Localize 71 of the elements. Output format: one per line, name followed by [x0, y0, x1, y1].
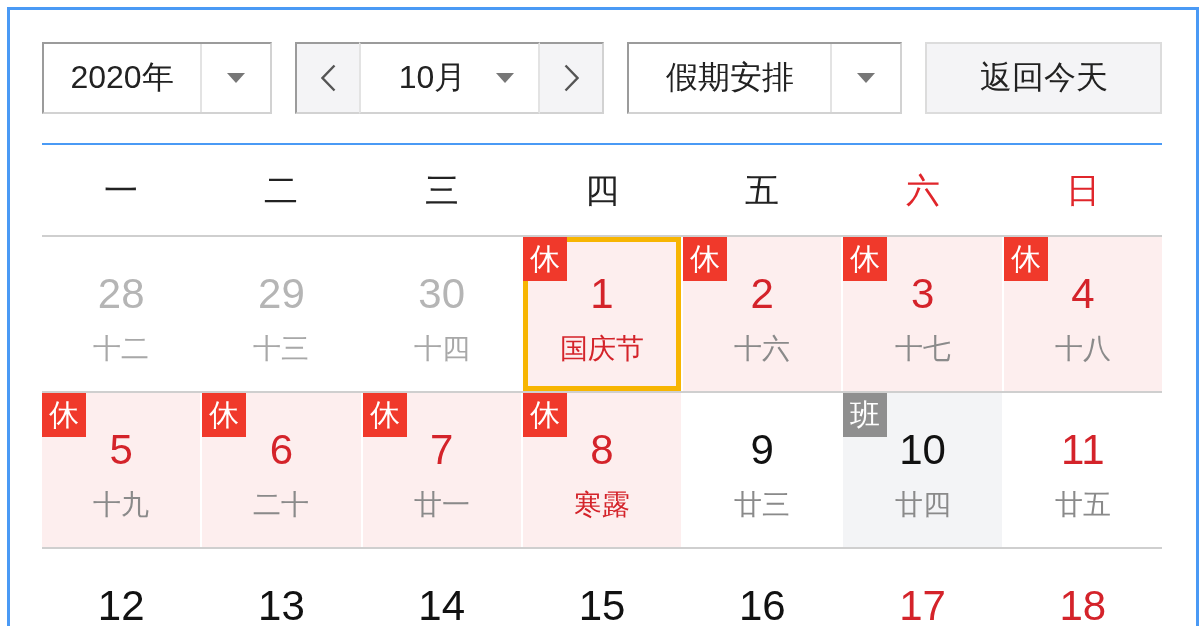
day-number: 14: [418, 587, 466, 625]
day-number: 16: [738, 587, 786, 625]
day-cell[interactable]: 休 6 二十: [202, 393, 361, 547]
weekday-label: 五: [745, 170, 780, 210]
lunar-date: 廿四: [894, 488, 951, 522]
lunar-date: 十二: [93, 332, 150, 366]
lunar-date: 十七: [894, 332, 951, 366]
day-number: 17: [899, 587, 946, 625]
day-number: 4: [1071, 275, 1095, 313]
lunar-date: 十八: [1054, 332, 1111, 366]
day-number: 29: [258, 275, 305, 313]
previous-month-button[interactable]: [295, 42, 359, 114]
day-number: 3: [910, 275, 935, 313]
day-cell[interactable]: 休 4 十八: [1003, 237, 1162, 391]
day-number: 9: [750, 431, 774, 469]
holiday-tag: 休: [202, 393, 247, 437]
day-number: 5: [109, 431, 133, 469]
day-cell[interactable]: 休 3 十七: [843, 237, 1002, 391]
year-select[interactable]: 2020年: [42, 42, 272, 114]
day-cell[interactable]: 休 7 廿一: [362, 393, 521, 547]
day-number: 10: [899, 431, 946, 469]
month-select[interactable]: 10月: [359, 42, 540, 114]
day-number: 2: [750, 275, 774, 313]
lunar-date: 廿五: [1054, 488, 1111, 522]
holiday-tag: 休: [522, 393, 567, 437]
day-cell[interactable]: 休 2 十六: [683, 237, 842, 391]
lunar-date: 廿三: [734, 488, 791, 522]
chevron-left-icon: [320, 64, 336, 92]
chevron-right-icon: [563, 64, 579, 92]
today-button[interactable]: 返回今天: [925, 42, 1162, 114]
day-cell[interactable]: 休 1 国庆节: [522, 237, 682, 391]
lunar-date: 二十: [253, 488, 310, 522]
weekday-label: 日: [1065, 170, 1100, 210]
lunar-date: 国庆节: [560, 332, 644, 366]
lunar-date: 十四: [413, 332, 470, 366]
workday-tag: 班: [843, 393, 888, 437]
weekday-label: 三: [424, 170, 459, 210]
holiday-tag: 休: [1003, 237, 1048, 281]
day-cell[interactable]: 休 5 十九: [42, 393, 201, 547]
day-number: 15: [578, 587, 626, 625]
caret-icon: [857, 73, 875, 83]
weekday-label: 一: [104, 170, 139, 210]
lunar-date: 十三: [253, 332, 310, 366]
day-number: 30: [418, 275, 466, 313]
lunar-date: 廿一: [413, 488, 470, 522]
day-number: 18: [1059, 587, 1107, 625]
day-number: 1: [590, 275, 614, 313]
lunar-date: 十九: [93, 488, 150, 522]
day-cell[interactable]: 班 10 廿四: [843, 393, 1002, 547]
caret-icon: [227, 73, 245, 83]
day-number: 7: [430, 431, 454, 469]
caret-icon: [496, 73, 515, 83]
holiday-select[interactable]: 假期安排: [627, 42, 902, 114]
day-number: 6: [269, 431, 294, 469]
holiday-tag: 休: [683, 237, 728, 281]
day-number: 11: [1061, 431, 1105, 469]
day-cell[interactable]: 休 8 寒露: [522, 393, 682, 547]
day-number: 28: [97, 275, 145, 313]
holiday-tag: 休: [843, 237, 888, 281]
holiday-tag: 休: [42, 393, 86, 437]
weekday-label: 四: [585, 170, 619, 210]
day-number: 12: [97, 587, 145, 625]
lunar-date: 寒露: [574, 488, 630, 522]
day-number: 13: [258, 587, 305, 625]
lunar-date: 十六: [734, 332, 791, 366]
next-month-button[interactable]: [540, 42, 604, 114]
holiday-tag: 休: [522, 237, 567, 281]
weekday-label: 二: [264, 170, 299, 210]
weekday-label: 六: [905, 170, 940, 210]
day-number: 8: [590, 431, 614, 469]
holiday-tag: 休: [362, 393, 407, 437]
